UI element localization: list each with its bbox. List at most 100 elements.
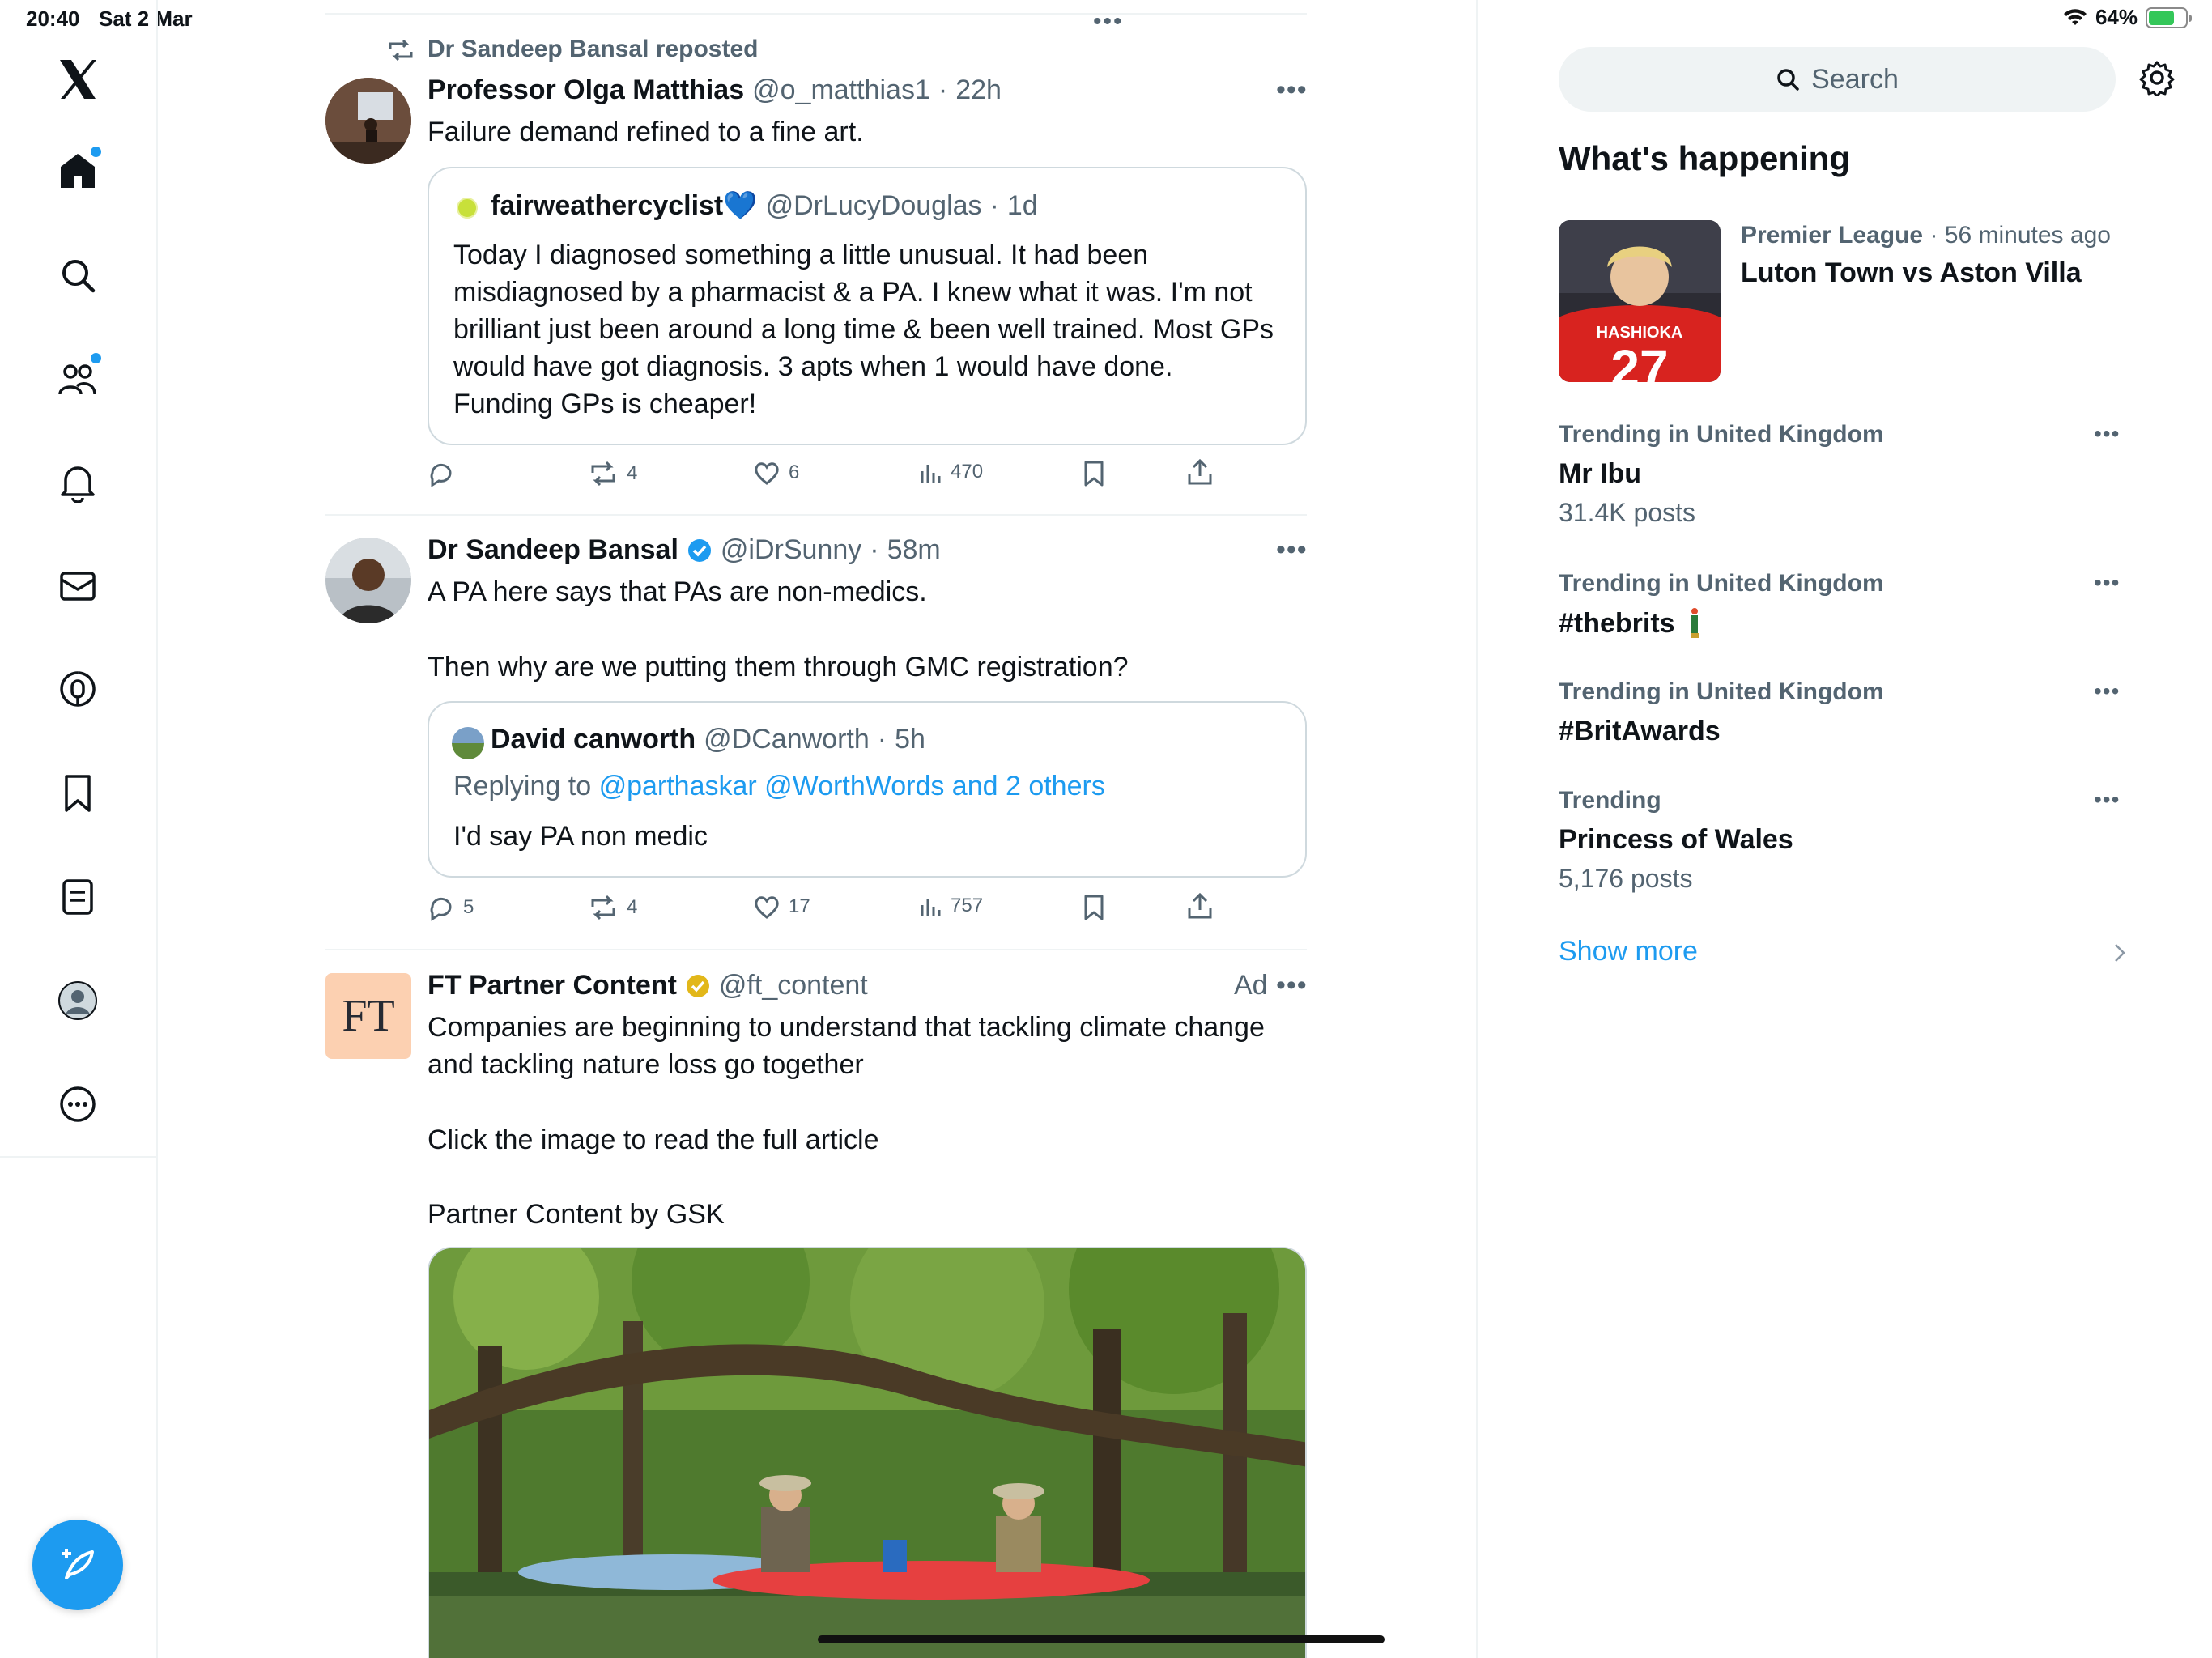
- notifications-bell-icon[interactable]: [49, 453, 107, 512]
- tweet1-share-icon[interactable]: [1187, 458, 1213, 490]
- wifi-icon: [2063, 8, 2087, 25]
- avatar-olga-matthias[interactable]: [325, 78, 411, 164]
- search-box[interactable]: Search: [1559, 47, 2116, 112]
- home-indicator[interactable]: [818, 1635, 1385, 1643]
- quote2-author-handle: @DCanworth: [704, 724, 870, 755]
- heart-icon: [755, 462, 779, 485]
- tweet2-more-icon[interactable]: •••: [1276, 534, 1308, 566]
- quote2-text: I'd say PA non medic: [453, 821, 708, 852]
- home-icon[interactable]: [49, 142, 107, 200]
- quote2-replying-to-link[interactable]: @parthaskar @WorthWords and 2 others: [599, 771, 1105, 801]
- trend-item-4[interactable]: Trending Princess of Wales 5,176 posts: [1559, 787, 2125, 894]
- trend-item-1[interactable]: Trending in United Kingdom Mr Ibu 31.4K …: [1559, 421, 2125, 528]
- tweet3-more-icon[interactable]: •••: [1276, 970, 1308, 1001]
- trend-2-title-row: #thebrits: [1559, 607, 2125, 640]
- reply-icon: [430, 463, 452, 487]
- featured-trend-time: 56 minutes ago: [1944, 222, 2111, 249]
- profile-avatar-icon[interactable]: [49, 971, 107, 1030]
- trend-item-2[interactable]: Trending in United Kingdom #thebrits: [1559, 570, 2125, 640]
- trend-3-more-icon[interactable]: •••: [2094, 678, 2120, 704]
- trend-1-more-icon[interactable]: •••: [2094, 421, 2120, 447]
- trend-3-meta: Trending in United Kingdom: [1559, 678, 1884, 705]
- quote2-author-name: David canworth: [491, 724, 696, 755]
- tweet3-author-handle[interactable]: @ft_content: [719, 970, 868, 1001]
- trend-1-meta: Trending in United Kingdom: [1559, 421, 1884, 448]
- tweet1-author-handle[interactable]: @o_matthias1: [752, 74, 930, 106]
- tweet2-header: Dr Sandeep Bansal @iDrSunny · 58m: [428, 534, 941, 566]
- lists-icon[interactable]: [49, 868, 107, 926]
- verified-badge-icon: [687, 538, 711, 562]
- quote1-author-name: fairweathercyclist💙: [491, 190, 758, 221]
- more-options-icon[interactable]: [49, 1075, 107, 1133]
- tweet2-like-count: 17: [789, 895, 810, 917]
- right-column-separator: [1476, 0, 1478, 1658]
- tweet1-reply-button[interactable]: [428, 460, 463, 487]
- tweet1-repost-button[interactable]: 4: [588, 460, 637, 487]
- tweet2-views-button[interactable]: 757: [918, 894, 983, 918]
- left-nav-separator: [156, 0, 158, 1658]
- ad-label: Ad: [1234, 970, 1268, 1001]
- feed-header-more-icon[interactable]: •••: [1093, 8, 1124, 36]
- status-time: 20:40: [26, 6, 80, 31]
- quote-avatar-tennis-ball-icon: [457, 198, 478, 219]
- spaces-microphone-icon[interactable]: [49, 661, 107, 719]
- tweet2-reply-button[interactable]: 5: [428, 894, 474, 921]
- quote1-author-handle: @DrLucyDouglas: [765, 190, 982, 221]
- messages-envelope-icon[interactable]: [49, 557, 107, 615]
- tweet1-like-button[interactable]: 6: [753, 460, 799, 486]
- views-chart-icon: [921, 465, 941, 483]
- tweet1-divider: [325, 514, 1307, 516]
- compose-post-button[interactable]: [32, 1520, 123, 1610]
- tweet2-text-line2: Then why are we putting them through GMC…: [428, 652, 1129, 682]
- settings-gear-icon[interactable]: [2139, 60, 2175, 100]
- quote2-avatar: [452, 727, 484, 759]
- featured-trend-category: Premier League: [1741, 222, 1924, 249]
- feed-top-border: [325, 13, 1307, 15]
- featured-trend-title[interactable]: Luton Town vs Aston Villa: [1741, 257, 2082, 289]
- quote2-replying-prefix: Replying to: [453, 771, 592, 801]
- tweet3-author-name[interactable]: FT Partner Content: [428, 970, 677, 1001]
- show-more-link[interactable]: Show more: [1559, 936, 1698, 967]
- tweet2-bookmark-icon[interactable]: [1082, 894, 1106, 925]
- tweet2-share-icon[interactable]: [1187, 892, 1213, 924]
- tweet1-more-icon[interactable]: •••: [1276, 74, 1308, 106]
- battery-percent: 64%: [2095, 5, 2138, 29]
- search-icon[interactable]: [49, 246, 107, 304]
- repost-icon: [591, 895, 615, 920]
- tweet1-quote-card[interactable]: fairweathercyclist💙 @DrLucyDouglas · 1d …: [428, 167, 1307, 445]
- featured-trend-image[interactable]: HASHIOKA 27: [1559, 220, 1721, 382]
- trend-1-title: Mr Ibu: [1559, 458, 1641, 489]
- x-logo-icon[interactable]: [49, 50, 107, 108]
- trend-item-3[interactable]: Trending in United Kingdom #BritAwards: [1559, 678, 2125, 747]
- avatar-sandeep-bansal[interactable]: [325, 538, 411, 623]
- tweet3-text-line1: Companies are beginning to understand th…: [428, 1012, 1265, 1080]
- tweet1-header: Professor Olga Matthias @o_matthias1 · 2…: [428, 74, 1002, 106]
- featured-image-player-number: 27: [1610, 339, 1668, 382]
- tweet2-author-name[interactable]: Dr Sandeep Bansal: [428, 534, 678, 566]
- chevron-right-icon: [2113, 942, 2126, 967]
- quote2-timestamp: 5h: [895, 724, 925, 755]
- tweet1-bookmark-icon[interactable]: [1082, 460, 1106, 491]
- tweet3-text-line2: Click the image to read the full article: [428, 1124, 879, 1155]
- tweet2-author-handle[interactable]: @iDrSunny: [721, 534, 861, 566]
- trend-4-more-icon[interactable]: •••: [2094, 787, 2120, 813]
- tweet2-timestamp[interactable]: 58m: [887, 534, 941, 566]
- communities-icon[interactable]: [49, 350, 107, 408]
- tweet1-views-count: 470: [951, 461, 984, 483]
- bookmarks-icon[interactable]: [49, 764, 107, 823]
- tweet3-header: FT Partner Content @ft_content: [428, 970, 868, 1001]
- tweet2-like-button[interactable]: 17: [753, 894, 810, 920]
- tweet1-views-button[interactable]: 470: [918, 460, 983, 484]
- tweet2-views-count: 757: [951, 895, 984, 916]
- tweet2-repost-button[interactable]: 4: [588, 894, 637, 921]
- tweet1-timestamp[interactable]: 22h: [955, 74, 1002, 106]
- ad-article-image[interactable]: [428, 1247, 1307, 1658]
- tweet2-repost-count: 4: [627, 896, 638, 918]
- ft-logo-avatar[interactable]: FT: [325, 973, 411, 1059]
- trend-4-meta: Trending: [1559, 787, 1661, 814]
- tweet2-quote-card[interactable]: David canworth @DCanworth · 5h Replying …: [428, 701, 1307, 878]
- trend-2-more-icon[interactable]: •••: [2094, 570, 2120, 596]
- tweet1-author-name[interactable]: Professor Olga Matthias: [428, 74, 744, 106]
- heart-icon: [755, 896, 779, 919]
- brits-statue-icon: [1690, 608, 1699, 638]
